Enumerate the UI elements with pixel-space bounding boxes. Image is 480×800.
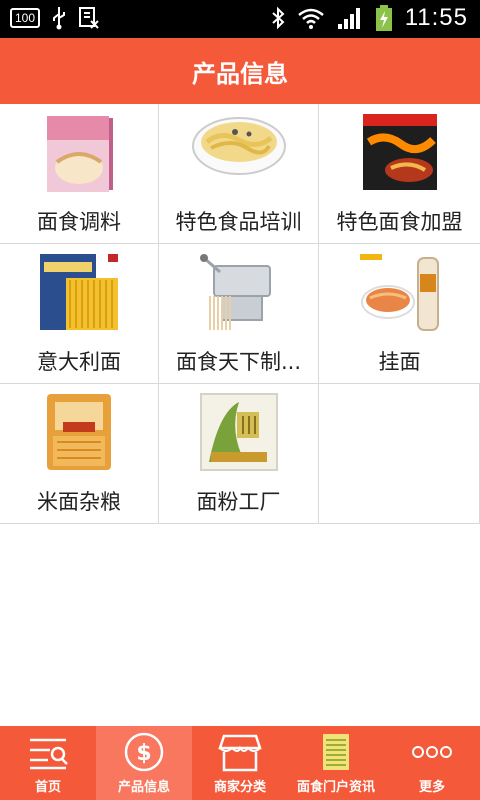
product-label: 面粉工厂 [196,490,281,514]
store-icon [218,734,262,772]
clock: 11:55 [404,4,468,31]
product-item-rice-grains[interactable]: 米面杂粮 [0,384,159,524]
tab-label: 首页 [34,780,61,795]
bluetooth-icon [272,6,285,30]
product-item-dried-noodles[interactable]: 挂面 [319,244,480,384]
tab-label: 商家分类 [213,780,266,795]
tab-home[interactable]: 首页 [0,726,96,800]
status-bar: 100 11:55 [0,0,480,38]
usb-icon [53,7,66,30]
tab-more[interactable]: 更多 [384,726,480,800]
tab-label: 更多 [418,780,445,795]
more-dots-icon [412,746,452,758]
tab-product-info[interactable]: $ 产品信息 [96,726,192,800]
tab-merchant-categories[interactable]: 商家分类 [192,726,288,800]
product-image [40,254,118,330]
svg-text:$: $ [136,741,151,766]
empty-grid-cell [319,384,480,524]
product-label: 意大利面 [37,350,121,374]
product-item-noodle-franchise[interactable]: 特色面食加盟 [319,104,480,244]
product-label: 面食调料 [37,210,121,234]
product-label: 挂面 [378,350,421,374]
product-label: 特色食品培训 [175,210,302,234]
signal-icon [337,8,360,29]
product-grid: 面食调料 特色食品培训 特色面食加盟 意大利面 面食天下制... 挂面 米面杂粮… [0,104,480,527]
product-label: 米面杂粮 [37,490,121,514]
home-search-icon [30,738,68,770]
download-doc-icon [79,7,99,29]
product-item-italian-pasta[interactable]: 意大利面 [0,244,159,384]
product-image [47,394,111,470]
product-image [359,254,439,331]
product-item-noodle-seasoning[interactable]: 面食调料 [0,104,159,244]
product-item-food-training[interactable]: 特色食品培训 [159,104,319,244]
page-title: 产品信息 [192,59,288,88]
product-item-noodle-machine[interactable]: 面食天下制... [159,244,319,384]
wifi-icon [297,8,324,29]
product-image [199,393,278,471]
battery-percent-icon: 100 [10,8,41,28]
page-header: 产品信息 [0,38,480,104]
tab-news[interactable]: 面食门户资讯 [288,726,384,800]
product-label: 面食天下制... [175,350,302,374]
product-image [47,116,113,192]
battery-charging-icon [375,5,392,31]
product-label: 特色面食加盟 [336,210,463,234]
tab-label: 面食门户资讯 [296,780,375,795]
product-item-flour-factory[interactable]: 面粉工厂 [159,384,319,524]
product-image [199,254,271,330]
document-icon [323,734,349,770]
product-image [362,114,437,190]
dollar-circle-icon: $ [124,732,164,772]
tab-label: 产品信息 [117,780,170,795]
bottom-navigation: 首页 $ 产品信息 商家分类 面食门户资讯 更多 [0,726,480,800]
product-image [191,117,286,175]
